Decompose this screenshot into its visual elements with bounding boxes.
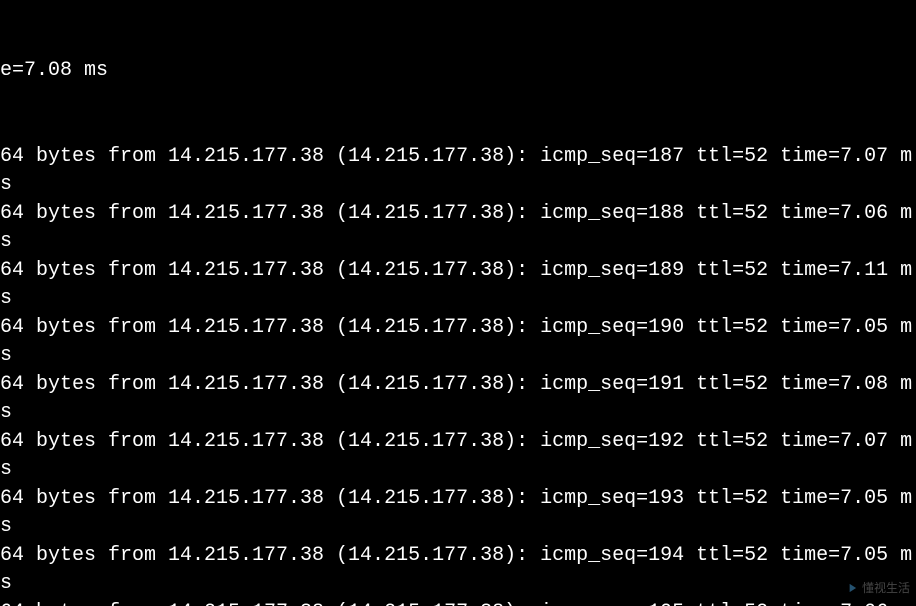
ping-line-partial: e=7.08 ms xyxy=(0,57,916,86)
watermark: 懂视生活 xyxy=(845,579,910,596)
ping-reply-line: 64 bytes from 14.215.177.38 (14.215.177.… xyxy=(0,599,916,606)
play-icon xyxy=(845,581,859,595)
watermark-text: 懂视生活 xyxy=(862,579,910,596)
ping-reply-line: 64 bytes from 14.215.177.38 (14.215.177.… xyxy=(0,200,916,257)
ping-reply-line: 64 bytes from 14.215.177.38 (14.215.177.… xyxy=(0,143,916,200)
ping-reply-line: 64 bytes from 14.215.177.38 (14.215.177.… xyxy=(0,371,916,428)
ping-reply-line: 64 bytes from 14.215.177.38 (14.215.177.… xyxy=(0,257,916,314)
terminal-output[interactable]: e=7.08 ms 64 bytes from 14.215.177.38 (1… xyxy=(0,0,916,606)
ping-reply-line: 64 bytes from 14.215.177.38 (14.215.177.… xyxy=(0,542,916,599)
ping-reply-line: 64 bytes from 14.215.177.38 (14.215.177.… xyxy=(0,485,916,542)
ping-reply-line: 64 bytes from 14.215.177.38 (14.215.177.… xyxy=(0,314,916,371)
ping-reply-line: 64 bytes from 14.215.177.38 (14.215.177.… xyxy=(0,428,916,485)
